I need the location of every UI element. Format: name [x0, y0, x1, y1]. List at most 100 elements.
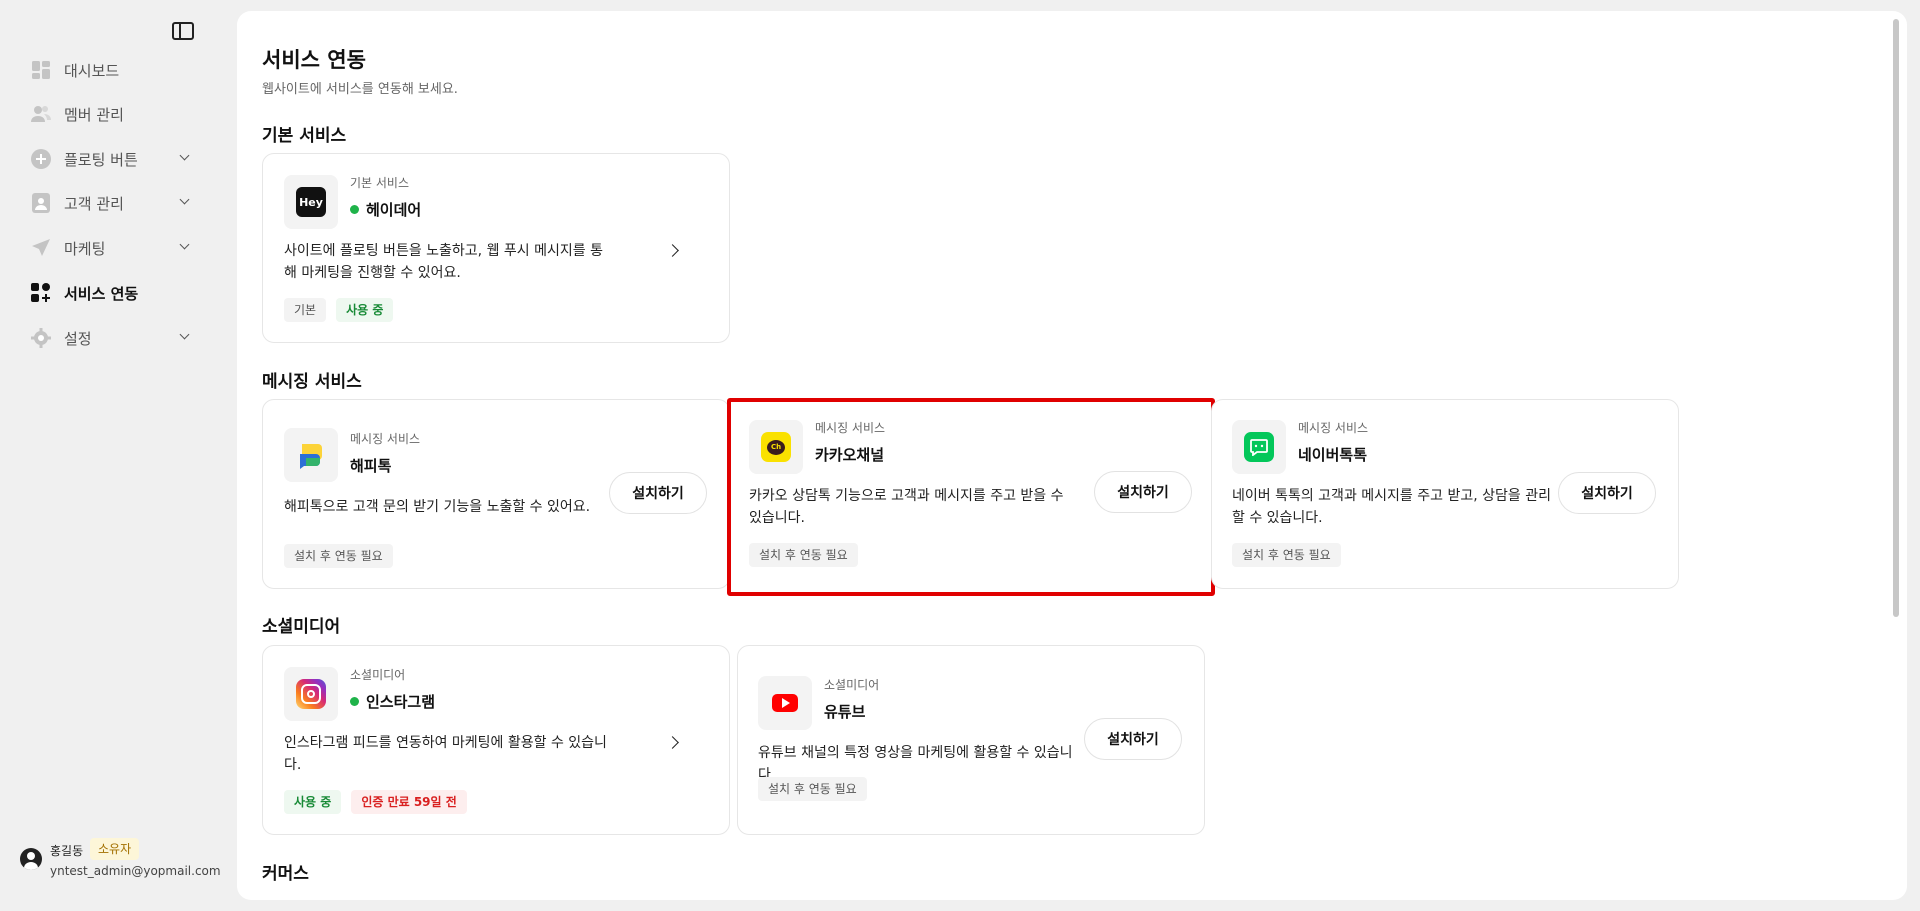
- heydear-logo: Hey: [284, 175, 338, 229]
- tag-install-required: 설치 후 연동 필요: [749, 543, 858, 567]
- chevron-down-icon[interactable]: [179, 329, 190, 340]
- gear-icon: [30, 327, 52, 349]
- card-description: 인스타그램 피드를 연동하여 마케팅에 활용할 수 있습니다.: [284, 735, 607, 773]
- youtube-logo-icon: [772, 694, 798, 712]
- card-tags: 사용 중 인증 만료 59일 전: [284, 790, 467, 814]
- sidebar-item-dashboard[interactable]: 대시보드: [30, 57, 196, 83]
- chevron-down-icon[interactable]: [179, 150, 190, 161]
- card-description: 사이트에 플로팅 버튼을 노출하고, 웹 푸시 메시지를 통해 마케팅을 진행할…: [284, 243, 603, 281]
- dashboard-icon: [30, 59, 52, 81]
- install-button[interactable]: 설치하기: [1558, 472, 1656, 514]
- user-profile[interactable]: 홍길동 소유자 yntest_admin@yopmail.com: [20, 838, 221, 882]
- tag-basic: 기본: [284, 298, 327, 322]
- tag-in-use: 사용 중: [284, 790, 342, 814]
- main-panel: 서비스 연동 웹사이트에 서비스를 연동해 보세요. 기본 서비스 Hey 기본…: [237, 11, 1907, 900]
- card-youtube[interactable]: 소셜미디어 유튜브 유튜브 채널의 특정 영상을 마케팅에 활용할 수 있습니다…: [737, 645, 1205, 835]
- install-button[interactable]: 설치하기: [609, 472, 707, 514]
- chevron-down-icon[interactable]: [179, 194, 190, 205]
- kakao-logo: Ch: [749, 420, 803, 474]
- plus-circle-icon: [30, 148, 52, 170]
- card-description: 카카오 상담톡 기능으로 고객과 메시지를 주고 받을 수 있습니다.: [749, 488, 1064, 526]
- card-description: 네이버 톡톡의 고객과 메시지를 주고 받고, 상담을 관리할 수 있습니다.: [1232, 488, 1551, 526]
- card-tags: 설치 후 연동 필요: [758, 777, 867, 801]
- card-category: 소셜미디어: [824, 678, 880, 692]
- sidebar-item-label: 고객 관리: [64, 194, 124, 213]
- section-title-basic: 기본 서비스: [262, 126, 347, 146]
- section-title-social: 소셜미디어: [262, 617, 341, 637]
- active-dot-icon: [350, 205, 359, 214]
- card-naver-talktalk[interactable]: 메시징 서비스 네이버톡톡 네이버 톡톡의 고객과 메시지를 주고 받고, 상담…: [1211, 399, 1679, 589]
- sidebar-item-floating-button[interactable]: 플로팅 버튼: [30, 146, 196, 172]
- sidebar-item-customers[interactable]: 고객 관리: [30, 190, 196, 216]
- sidebar-item-members[interactable]: 멤버 관리: [30, 101, 196, 127]
- tag-install-required: 설치 후 연동 필요: [284, 544, 393, 568]
- card-category: 메시징 서비스: [1298, 421, 1369, 435]
- user-name: 홍길동: [50, 844, 84, 858]
- install-button[interactable]: 설치하기: [1084, 718, 1182, 760]
- chevron-right-icon[interactable]: [666, 244, 679, 257]
- sidebar-item-label: 서비스 연동: [64, 284, 139, 303]
- heydear-logo-icon: Hey: [296, 187, 326, 217]
- card-tags: 설치 후 연동 필요: [749, 543, 858, 567]
- role-badge: 소유자: [90, 838, 140, 860]
- card-name-text: 네이버톡톡: [1298, 446, 1368, 464]
- card-name-text: 해피톡: [350, 457, 392, 475]
- section-title-messaging: 메시징 서비스: [262, 372, 362, 392]
- chevron-down-icon[interactable]: [179, 239, 190, 250]
- install-button[interactable]: 설치하기: [1094, 471, 1192, 513]
- avatar: [20, 848, 42, 870]
- card-category: 메시징 서비스: [350, 432, 421, 446]
- card-tags: 기본 사용 중: [284, 298, 394, 322]
- tag-auth-expiry: 인증 만료 59일 전: [351, 790, 467, 814]
- sidebar-item-integrations[interactable]: 서비스 연동: [30, 280, 196, 306]
- instagram-logo-icon: [296, 679, 326, 709]
- customer-icon: [30, 192, 52, 214]
- instagram-logo: [284, 667, 338, 721]
- section-title-commerce: 커머스: [262, 864, 309, 884]
- sidebar-item-settings[interactable]: 설정: [30, 325, 196, 351]
- card-name-text: 유튜브: [824, 703, 866, 721]
- sidebar-item-label: 대시보드: [64, 61, 120, 80]
- integration-icon: [30, 282, 52, 304]
- card-happytalk[interactable]: 메시징 서비스 해피톡 해피톡으로 고객 문의 받기 기능을 노출할 수 있어요…: [262, 399, 730, 589]
- card-instagram[interactable]: 소셜미디어 인스타그램 인스타그램 피드를 연동하여 마케팅에 활용할 수 있습…: [262, 645, 730, 835]
- youtube-logo: [758, 676, 812, 730]
- tag-install-required: 설치 후 연동 필요: [758, 777, 867, 801]
- happytalk-logo-icon: [300, 444, 322, 469]
- card-category: 소셜미디어: [350, 668, 406, 682]
- sidebar-item-label: 마케팅: [64, 239, 106, 258]
- card-name-text: 헤이데어: [366, 201, 422, 219]
- send-icon: [30, 237, 52, 259]
- kakao-logo-icon: Ch: [761, 432, 791, 462]
- naver-logo: [1232, 420, 1286, 474]
- naver-logo-icon: [1244, 432, 1274, 462]
- card-name: 해피톡: [350, 455, 391, 476]
- card-name: 헤이데어: [350, 199, 421, 220]
- sidebar-item-label: 플로팅 버튼: [64, 150, 138, 169]
- active-dot-icon: [350, 697, 359, 706]
- card-name: 유튜브: [824, 701, 865, 722]
- user-email: yntest_admin@yopmail.com: [50, 864, 221, 878]
- sidebar-item-label: 멤버 관리: [64, 105, 124, 124]
- card-name-text: 인스타그램: [366, 693, 436, 711]
- sidebar: 대시보드 멤버 관리 플로팅 버튼 고객 관리 마케팅 서비스 연동 설정 홍길…: [0, 0, 236, 911]
- sidebar-item-label: 설정: [64, 329, 92, 348]
- card-name: 네이버톡톡: [1298, 444, 1367, 465]
- page-title: 서비스 연동: [262, 48, 366, 72]
- members-icon: [30, 103, 52, 125]
- card-heydear[interactable]: Hey 기본 서비스 헤이데어 사이트에 플로팅 버튼을 노출하고, 웹 푸시 …: [262, 153, 730, 343]
- chevron-right-icon[interactable]: [666, 736, 679, 749]
- card-category: 기본 서비스: [350, 176, 410, 190]
- happytalk-logo: [284, 428, 338, 482]
- tag-install-required: 설치 후 연동 필요: [1232, 543, 1341, 567]
- page-subtitle: 웹사이트에 서비스를 연동해 보세요.: [262, 82, 458, 97]
- kakao-logo-text: Ch: [767, 439, 785, 455]
- scrollbar[interactable]: [1893, 19, 1899, 617]
- sidebar-toggle-icon[interactable]: [172, 22, 194, 40]
- card-tags: 설치 후 연동 필요: [1232, 543, 1341, 567]
- sidebar-item-marketing[interactable]: 마케팅: [30, 235, 196, 261]
- card-description: 해피톡으로 고객 문의 받기 기능을 노출할 수 있어요.: [284, 499, 591, 515]
- card-name: 카카오채널: [815, 444, 884, 465]
- card-tags: 설치 후 연동 필요: [284, 544, 393, 568]
- card-kakao-channel[interactable]: Ch 메시징 서비스 카카오채널 카카오 상담톡 기능으로 고객과 메시지를 주…: [727, 398, 1215, 596]
